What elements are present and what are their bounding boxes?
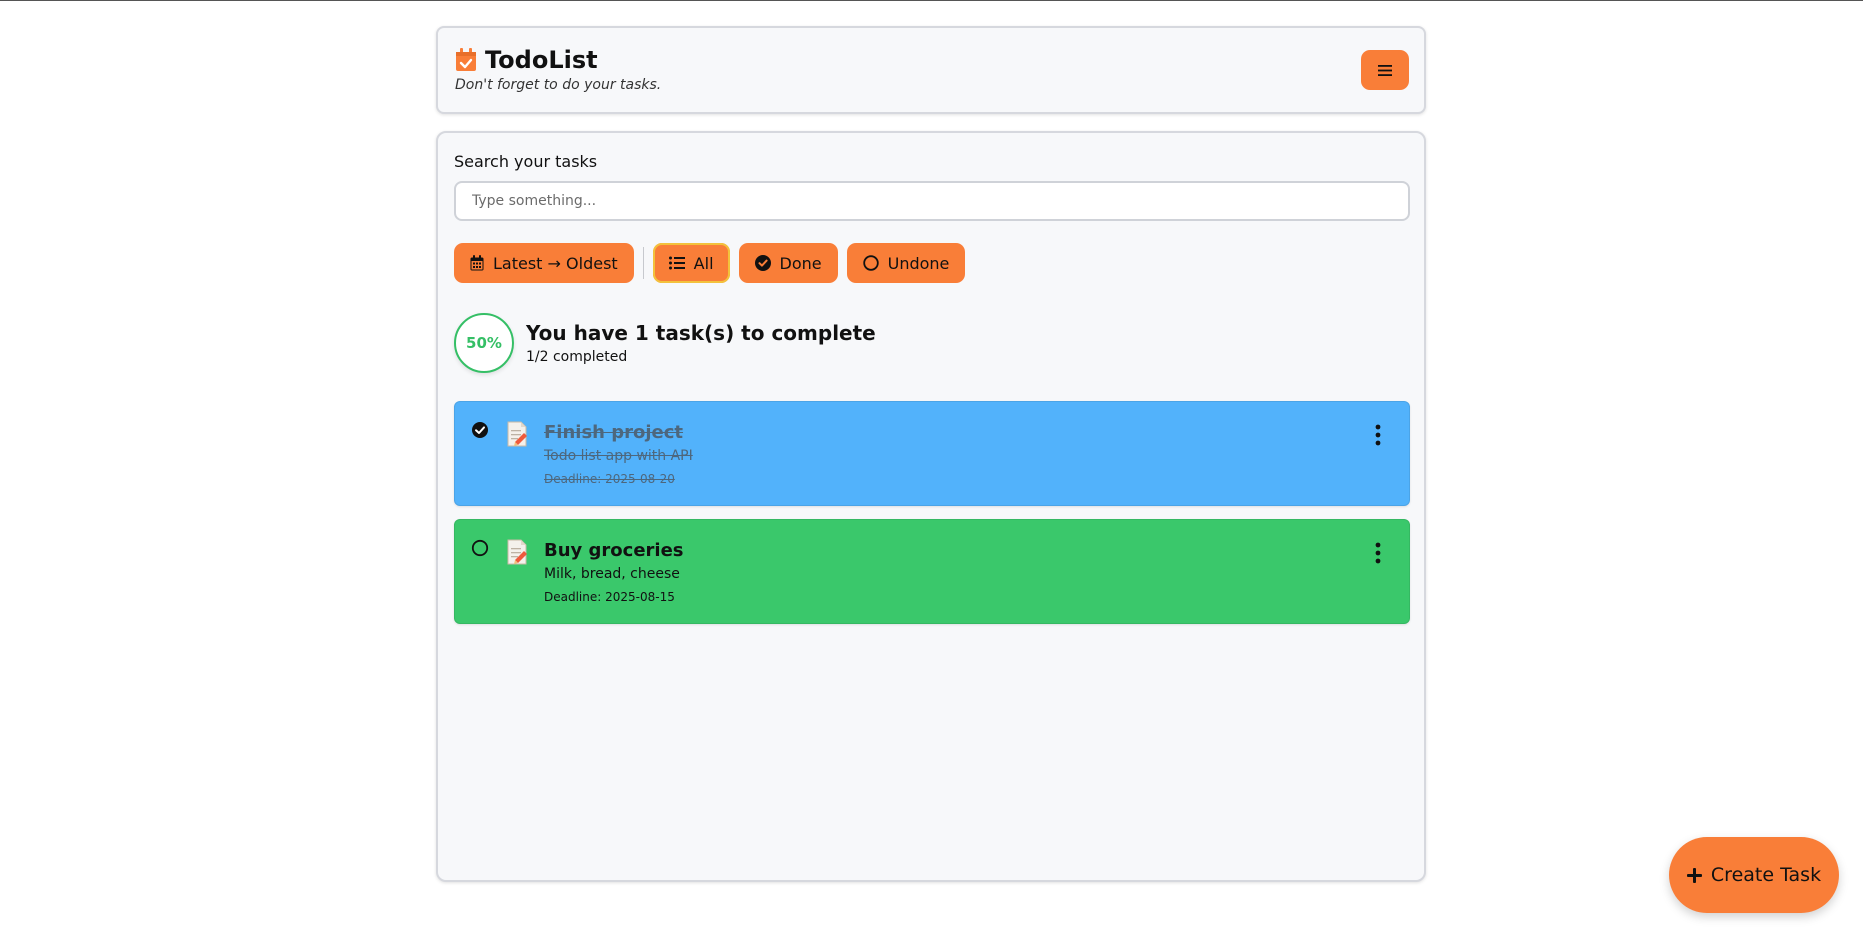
progress-summary: 50% You have 1 task(s) to complete 1/2 c… xyxy=(454,313,876,373)
task-item[interactable]: Buy groceries Milk, bread, cheese Deadli… xyxy=(454,519,1410,624)
circle-icon xyxy=(862,255,879,271)
memo-icon xyxy=(507,421,527,447)
brand: TodoList xyxy=(455,46,598,74)
calendar-check-icon xyxy=(456,48,476,71)
filter-undone-label: Undone xyxy=(887,253,950,273)
more-options-icon[interactable] xyxy=(1373,424,1383,446)
filter-done-button[interactable]: Done xyxy=(738,243,838,283)
filter-all-label: All xyxy=(693,253,714,273)
plus-icon xyxy=(1686,867,1702,883)
create-task-label: Create Task xyxy=(1710,864,1822,886)
app-subtitle: Don't forget to do your tasks. xyxy=(455,77,662,93)
filter-undone-button[interactable]: Undone xyxy=(846,243,966,283)
hamburger-icon xyxy=(1378,64,1392,76)
progress-title: You have 1 task(s) to complete xyxy=(526,321,876,345)
more-options-icon[interactable] xyxy=(1373,542,1383,564)
list-icon xyxy=(668,256,685,270)
header-card: TodoList Don't forget to do your tasks. xyxy=(436,26,1426,114)
tasks-panel: Search your tasks Latest → Oldest All xyxy=(436,131,1426,882)
task-title: Buy groceries xyxy=(544,540,684,561)
search-input[interactable] xyxy=(454,181,1410,221)
check-circle-icon xyxy=(754,255,771,271)
filter-done-label: Done xyxy=(779,253,822,273)
sort-label: Latest → Oldest xyxy=(493,253,618,273)
task-description: Milk, bread, cheese xyxy=(544,566,680,582)
menu-button[interactable] xyxy=(1361,50,1409,90)
unchecked-circle-icon[interactable] xyxy=(471,539,489,557)
calendar-icon xyxy=(470,255,484,271)
search-label: Search your tasks xyxy=(454,152,598,171)
task-deadline: Deadline: 2025-08-20 xyxy=(544,472,675,486)
sort-button[interactable]: Latest → Oldest xyxy=(454,243,634,283)
filter-bar: Latest → Oldest All Done Undone xyxy=(454,243,966,283)
progress-subtitle: 1/2 completed xyxy=(526,349,628,365)
progress-ring: 50% xyxy=(454,313,514,373)
checked-circle-icon[interactable] xyxy=(471,421,489,439)
filter-divider xyxy=(642,247,644,279)
filter-all-button[interactable]: All xyxy=(652,243,730,283)
task-item[interactable]: Finish project Todo list app with API De… xyxy=(454,401,1410,506)
memo-icon xyxy=(507,539,527,565)
progress-text: You have 1 task(s) to complete 1/2 compl… xyxy=(526,321,876,365)
progress-percent: 50% xyxy=(466,334,502,352)
task-title: Finish project xyxy=(544,422,684,443)
create-task-button[interactable]: Create Task xyxy=(1669,837,1839,913)
app-title: TodoList xyxy=(485,46,598,74)
task-description: Todo list app with API xyxy=(544,448,693,464)
task-deadline: Deadline: 2025-08-15 xyxy=(544,590,675,604)
